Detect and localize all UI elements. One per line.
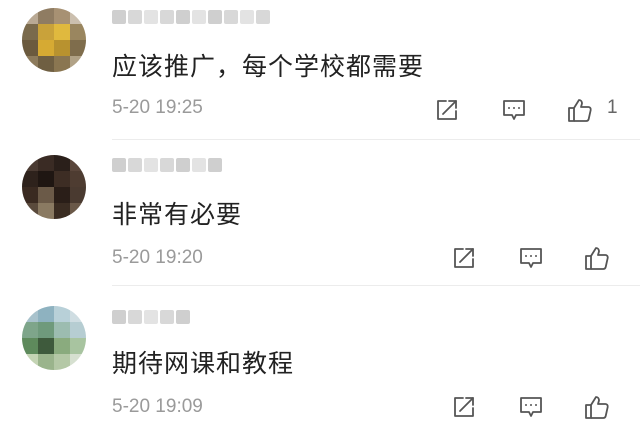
comment-time: 5-20 19:09 [112, 396, 203, 417]
reply-icon[interactable] [500, 96, 528, 124]
avatar[interactable] [22, 8, 86, 72]
reply-icon[interactable] [517, 244, 545, 272]
comment-item: 非常有必要 5-20 19:20 [0, 140, 640, 286]
comment-item: 应该推广，每个学校都需要 5-20 19:25 1 [0, 0, 640, 140]
comment-text: 期待网课和教程 [112, 349, 295, 378]
share-icon[interactable] [450, 244, 478, 272]
share-icon[interactable] [450, 393, 478, 421]
comment-feed: 应该推广，每个学校都需要 5-20 19:25 1 非常有必要 5-20 19:… [0, 0, 640, 432]
like-count: 1 [607, 97, 618, 118]
comment-text: 非常有必要 [112, 200, 243, 229]
thumbs-up-icon[interactable] [583, 393, 611, 421]
comment-item: 期待网课和教程 5-20 19:09 [0, 286, 640, 432]
reply-icon[interactable] [517, 393, 545, 421]
username-redacted[interactable] [112, 10, 270, 24]
username-redacted[interactable] [112, 158, 222, 172]
share-icon[interactable] [433, 96, 461, 124]
thumbs-up-icon[interactable] [583, 244, 611, 272]
comment-text: 应该推广，每个学校都需要 [112, 52, 425, 81]
comment-time: 5-20 19:20 [112, 247, 203, 268]
comment-time: 5-20 19:25 [112, 97, 203, 118]
avatar[interactable] [22, 155, 86, 219]
avatar[interactable] [22, 306, 86, 370]
username-redacted[interactable] [112, 310, 190, 324]
thumbs-up-icon[interactable] [566, 96, 594, 124]
